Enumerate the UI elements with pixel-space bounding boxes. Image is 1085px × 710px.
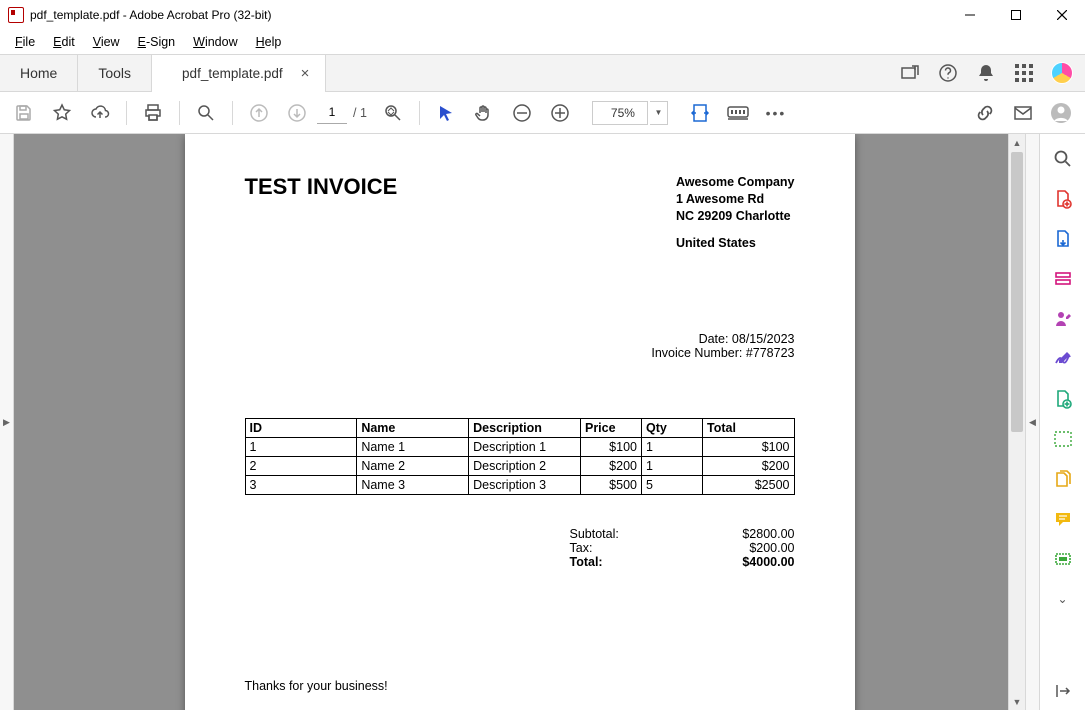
redact-tool-icon[interactable] — [1048, 424, 1078, 454]
page-total-label: / 1 — [349, 106, 373, 120]
zoom-out-icon[interactable] — [504, 95, 540, 131]
toolbar: / 1 75% ▼ ••• — [0, 92, 1085, 134]
pdf-page: TEST INVOICE Awesome Company 1 Awesome R… — [185, 134, 855, 710]
select-cursor-icon[interactable] — [428, 95, 464, 131]
vertical-scrollbar[interactable]: ▲ ▼ — [1008, 134, 1025, 710]
tab-bar: Home Tools pdf_template.pdf × — [0, 54, 1085, 92]
left-panel-toggle[interactable]: ▶ — [0, 134, 14, 710]
zoom-in-icon[interactable] — [542, 95, 578, 131]
table-row: 2 Name 2 Description 2 $200 1 $200 — [245, 456, 794, 475]
request-signatures-tool-icon[interactable] — [1048, 304, 1078, 334]
page-number-input[interactable] — [317, 102, 347, 124]
scan-ocr-tool-icon[interactable] — [1048, 544, 1078, 574]
print-icon[interactable] — [135, 95, 171, 131]
fit-width-icon[interactable] — [682, 95, 718, 131]
collapse-rail-icon[interactable] — [1048, 676, 1078, 706]
fill-sign-tool-icon[interactable] — [1048, 344, 1078, 374]
read-mode-icon[interactable] — [720, 95, 756, 131]
notifications-bell-icon[interactable] — [969, 56, 1003, 90]
toolbar-separator — [179, 101, 180, 125]
header-price: Price — [580, 418, 641, 437]
menubar: File Edit View E-Sign Window Help — [0, 30, 1085, 54]
window-maximize-button[interactable] — [993, 0, 1039, 30]
toolbar-separator — [419, 101, 420, 125]
menu-esign[interactable]: E-Sign — [129, 33, 185, 51]
header-total: Total — [702, 418, 794, 437]
tab-home[interactable]: Home — [0, 55, 78, 91]
star-icon[interactable] — [44, 95, 80, 131]
table-row: 3 Name 3 Description 3 $500 5 $2500 — [245, 475, 794, 494]
more-tools-chevron-icon[interactable]: ⌄ — [1048, 584, 1078, 614]
save-icon[interactable] — [6, 95, 42, 131]
menu-view[interactable]: View — [84, 33, 129, 51]
share-device-icon[interactable] — [893, 56, 927, 90]
cloud-upload-icon[interactable] — [82, 95, 118, 131]
table-row: 1 Name 1 Description 1 $100 1 $100 — [245, 437, 794, 456]
invoice-line-items-table: ID Name Description Price Qty Total 1 Na… — [245, 418, 795, 495]
create-pdf-tool-icon[interactable] — [1048, 184, 1078, 214]
window-minimize-button[interactable] — [947, 0, 993, 30]
invoice-totals: Subtotal:$2800.00 Tax:$200.00 Total:$400… — [570, 527, 795, 569]
comment-tool-icon[interactable] — [1048, 504, 1078, 534]
thank-you-text: Thanks for your business! — [245, 679, 795, 693]
pan-hand-icon[interactable] — [466, 95, 502, 131]
search-tool-icon[interactable] — [1048, 144, 1078, 174]
toolbar-separator — [232, 101, 233, 125]
acrobat-app-icon — [8, 7, 24, 23]
edit-pdf-tool-icon[interactable] — [1048, 264, 1078, 294]
menu-help[interactable]: Help — [247, 33, 291, 51]
profile-avatar-icon[interactable] — [1045, 56, 1079, 90]
window-close-button[interactable] — [1039, 0, 1085, 30]
email-icon[interactable] — [1005, 95, 1041, 131]
tab-document[interactable]: pdf_template.pdf × — [152, 55, 326, 92]
zoom-dropdown-button[interactable]: ▼ — [650, 101, 668, 125]
table-header-row: ID Name Description Price Qty Total — [245, 418, 794, 437]
invoice-meta: Date: 08/15/2023 Invoice Number: #778723 — [245, 332, 795, 360]
prev-page-icon[interactable] — [241, 95, 277, 131]
link-icon[interactable] — [967, 95, 1003, 131]
find-icon[interactable] — [188, 95, 224, 131]
tab-document-close-button[interactable]: × — [301, 65, 310, 82]
window-titlebar: pdf_template.pdf - Adobe Acrobat Pro (32… — [0, 0, 1085, 30]
right-tools-rail: ⌄ — [1039, 134, 1085, 710]
combine-files-tool-icon[interactable] — [1048, 464, 1078, 494]
right-panel-toggle[interactable]: ◀ — [1025, 134, 1039, 710]
header-description: Description — [469, 418, 581, 437]
app-switcher-icon[interactable] — [1007, 56, 1041, 90]
invoice-title: TEST INVOICE — [245, 174, 676, 252]
fit-page-icon[interactable] — [375, 95, 411, 131]
account-icon[interactable] — [1043, 95, 1079, 131]
menu-file[interactable]: File — [6, 33, 44, 51]
scroll-down-icon[interactable]: ▼ — [1009, 693, 1025, 710]
workspace: ▶ TEST INVOICE Awesome Company 1 Awesome… — [0, 134, 1085, 710]
next-page-icon[interactable] — [279, 95, 315, 131]
more-tools-icon[interactable]: ••• — [758, 95, 794, 131]
tab-tools[interactable]: Tools — [78, 55, 152, 91]
document-canvas[interactable]: TEST INVOICE Awesome Company 1 Awesome R… — [14, 134, 1025, 710]
header-qty: Qty — [641, 418, 702, 437]
header-name: Name — [357, 418, 469, 437]
toolbar-separator — [126, 101, 127, 125]
menu-edit[interactable]: Edit — [44, 33, 84, 51]
company-address: Awesome Company 1 Awesome Rd NC 29209 Ch… — [676, 174, 795, 252]
scrollbar-thumb[interactable] — [1011, 152, 1023, 432]
header-id: ID — [245, 418, 357, 437]
tab-document-label: pdf_template.pdf — [182, 66, 283, 81]
window-title: pdf_template.pdf - Adobe Acrobat Pro (32… — [30, 8, 271, 22]
menu-window[interactable]: Window — [184, 33, 246, 51]
scroll-up-icon[interactable]: ▲ — [1009, 134, 1025, 151]
organize-pages-tool-icon[interactable] — [1048, 384, 1078, 414]
zoom-level-input[interactable]: 75% — [592, 101, 648, 125]
export-pdf-tool-icon[interactable] — [1048, 224, 1078, 254]
help-icon[interactable] — [931, 56, 965, 90]
